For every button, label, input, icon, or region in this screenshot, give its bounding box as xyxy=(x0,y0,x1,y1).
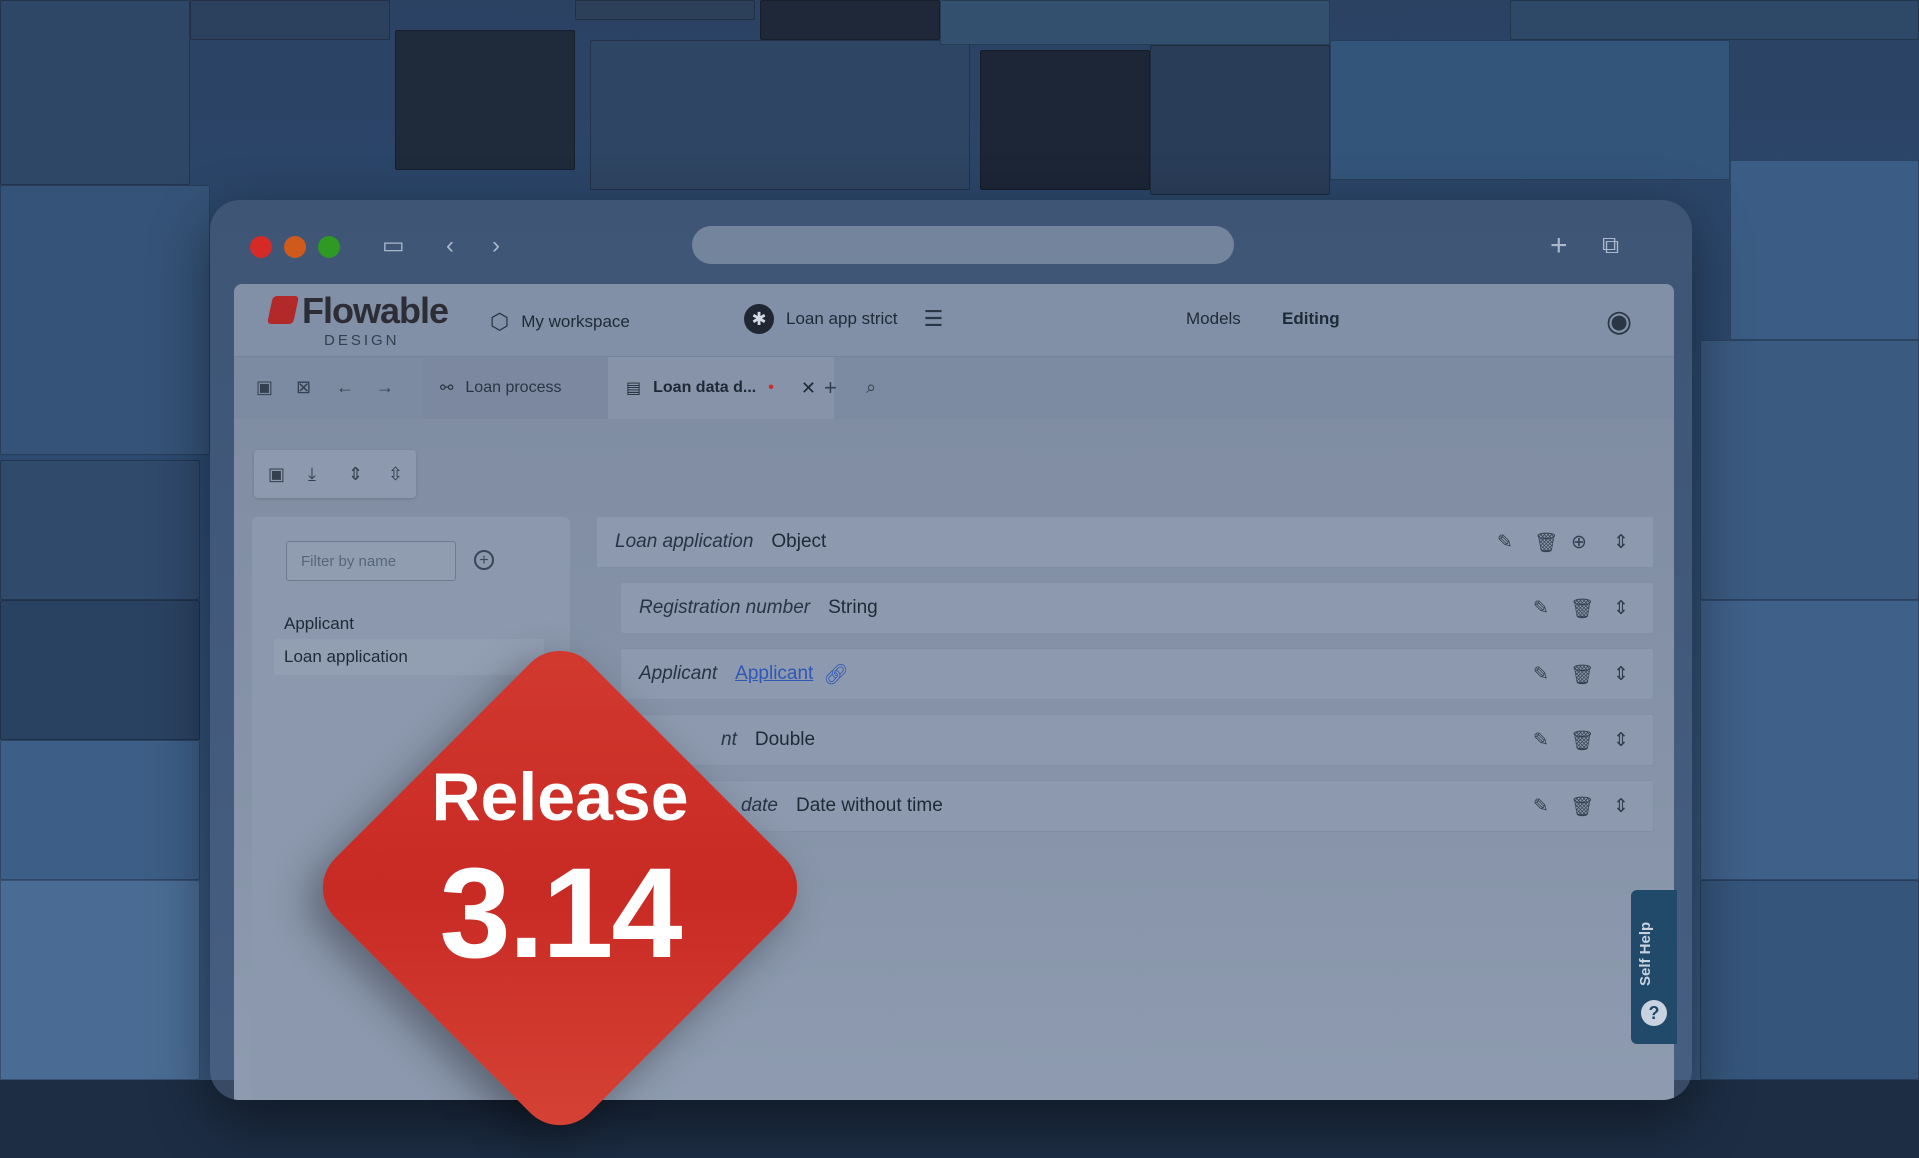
process-icon: ⚯ xyxy=(440,380,454,397)
save-icon[interactable]: ▣ xyxy=(268,464,285,485)
bg-cube xyxy=(395,30,575,170)
bg-cube xyxy=(1700,880,1919,1080)
edit-icon[interactable]: ✎ xyxy=(1533,795,1549,818)
data-object-icon: ▤ xyxy=(626,380,642,397)
trash-icon[interactable]: 🗑 xyxy=(1570,729,1594,753)
field-name: Loan application xyxy=(615,531,754,552)
download-icon[interactable]: ⤓ xyxy=(308,464,316,485)
bg-cube xyxy=(940,0,1330,45)
bg-cube xyxy=(1730,160,1919,340)
bg-cube xyxy=(190,0,390,40)
browser-chrome: ▭ ‹ › + ⧉ xyxy=(210,200,1692,282)
bg-cube xyxy=(0,185,210,455)
bg-cube xyxy=(1150,45,1330,195)
reorder-icon[interactable]: ⇕ xyxy=(1613,795,1629,818)
bg-cube xyxy=(0,460,200,600)
app-avatar-icon: ✱ xyxy=(744,304,774,334)
previous-tab-icon[interactable]: ← xyxy=(336,377,354,398)
menu-icon[interactable]: ☰ xyxy=(924,306,944,332)
field-name: Registration number xyxy=(639,597,811,618)
bg-cube xyxy=(1700,340,1919,600)
add-child-icon[interactable]: ⊕ xyxy=(1571,531,1587,554)
bg-cube xyxy=(1510,0,1919,40)
add-object-icon[interactable]: + xyxy=(474,550,494,570)
bg-cube xyxy=(760,0,940,40)
minimize-window-button[interactable] xyxy=(284,236,306,258)
bg-cube xyxy=(1700,600,1919,880)
reorder-icon[interactable]: ⇕ xyxy=(1613,531,1629,554)
expand-all-icon[interactable]: ⇕ xyxy=(348,464,363,485)
nav-editing-label: Editing xyxy=(1282,309,1340,328)
tabs-overview-icon[interactable]: ⧉ xyxy=(1602,234,1619,258)
trash-icon[interactable]: 🗑 xyxy=(1570,663,1594,687)
nav-models-label: Models xyxy=(1186,309,1241,328)
tab-loan-data[interactable]: ▤ Loan data d... • ✕ xyxy=(608,357,834,419)
trash-icon[interactable]: 🗑 xyxy=(1570,795,1594,819)
close-icon[interactable]: ✕ xyxy=(801,378,816,399)
release-badge: Release 3.14 xyxy=(290,618,830,1158)
modified-indicator: • xyxy=(768,379,774,396)
new-tab-icon[interactable]: + xyxy=(1550,231,1568,261)
bg-cube xyxy=(575,0,755,20)
badge-version: 3.14 xyxy=(439,842,682,985)
user-icon: ◉ xyxy=(1606,305,1633,338)
close-all-icon[interactable]: ⊠ xyxy=(296,377,311,398)
edit-icon[interactable]: ✎ xyxy=(1497,531,1513,554)
reorder-icon[interactable]: ⇕ xyxy=(1613,597,1629,620)
self-help-label: Self Help xyxy=(1637,921,1654,987)
maximize-window-button[interactable] xyxy=(318,236,340,258)
tab-label: Loan process xyxy=(465,379,562,396)
self-help-button[interactable]: Self Help ? xyxy=(1631,890,1677,1044)
bg-cube xyxy=(0,880,200,1080)
bg-cube xyxy=(0,0,190,185)
save-all-icon[interactable]: ▣ xyxy=(256,377,273,398)
edit-icon[interactable]: ✎ xyxy=(1533,663,1549,686)
editor-toolbar: ▣ ⤓ ⇕ ⇳ xyxy=(254,450,416,498)
forward-icon[interactable]: › xyxy=(492,234,500,258)
bg-cube xyxy=(590,40,970,190)
reorder-icon[interactable]: ⇕ xyxy=(1613,729,1629,752)
help-icon: ? xyxy=(1641,1000,1667,1026)
app-selector[interactable]: ✱ Loan app strict ☰ xyxy=(744,304,943,334)
tab-label: Loan data d... xyxy=(653,379,757,396)
app-name-label: Loan app strict xyxy=(786,309,898,328)
add-tab-icon[interactable]: + xyxy=(824,375,837,401)
nav-editing[interactable]: Editing xyxy=(1282,309,1340,329)
user-profile[interactable]: ◉ xyxy=(1606,304,1632,339)
workspace-label: My workspace xyxy=(521,312,630,331)
editor-tab-bar: ▣ ⊠ ← → ⚯ Loan process ✕ ▤ Loan data d..… xyxy=(234,357,1674,419)
sidebar-toggle-icon[interactable]: ▭ xyxy=(382,234,405,258)
cube-icon: ⬡ xyxy=(490,309,510,334)
field-type: String xyxy=(828,597,878,618)
nav-models[interactable]: Models xyxy=(1186,309,1241,329)
field-row-loan-application[interactable]: Loan application Object ✎ 🗑 ⊕ ⇕ xyxy=(596,516,1654,568)
reorder-icon[interactable]: ⇕ xyxy=(1613,663,1629,686)
edit-icon[interactable]: ✎ xyxy=(1533,729,1549,752)
address-bar[interactable] xyxy=(692,226,1234,264)
search-icon[interactable]: ⌕ xyxy=(866,377,876,398)
trash-icon[interactable]: 🗑 xyxy=(1570,597,1594,621)
flowable-logo-icon xyxy=(267,296,299,324)
bg-cube xyxy=(0,600,200,740)
logo-text: Flowable xyxy=(302,290,449,331)
trash-icon[interactable]: 🗑 xyxy=(1534,531,1558,555)
bg-cube xyxy=(1330,40,1730,180)
field-type: Object xyxy=(771,531,827,552)
filter-input[interactable] xyxy=(286,541,456,581)
badge-title: Release xyxy=(431,759,689,835)
app-header: Flowable DESIGN ⬡ My workspace ✱ Loan ap… xyxy=(234,284,1674,357)
logo-subtitle: DESIGN xyxy=(324,332,400,349)
next-tab-icon[interactable]: → xyxy=(376,377,394,398)
close-window-button[interactable] xyxy=(250,236,272,258)
bg-cube xyxy=(0,740,200,880)
bg-cube xyxy=(980,50,1150,190)
back-icon[interactable]: ‹ xyxy=(446,234,454,258)
workspace-selector[interactable]: ⬡ My workspace xyxy=(490,309,630,335)
edit-icon[interactable]: ✎ xyxy=(1533,597,1549,620)
collapse-all-icon[interactable]: ⇳ xyxy=(388,464,403,485)
